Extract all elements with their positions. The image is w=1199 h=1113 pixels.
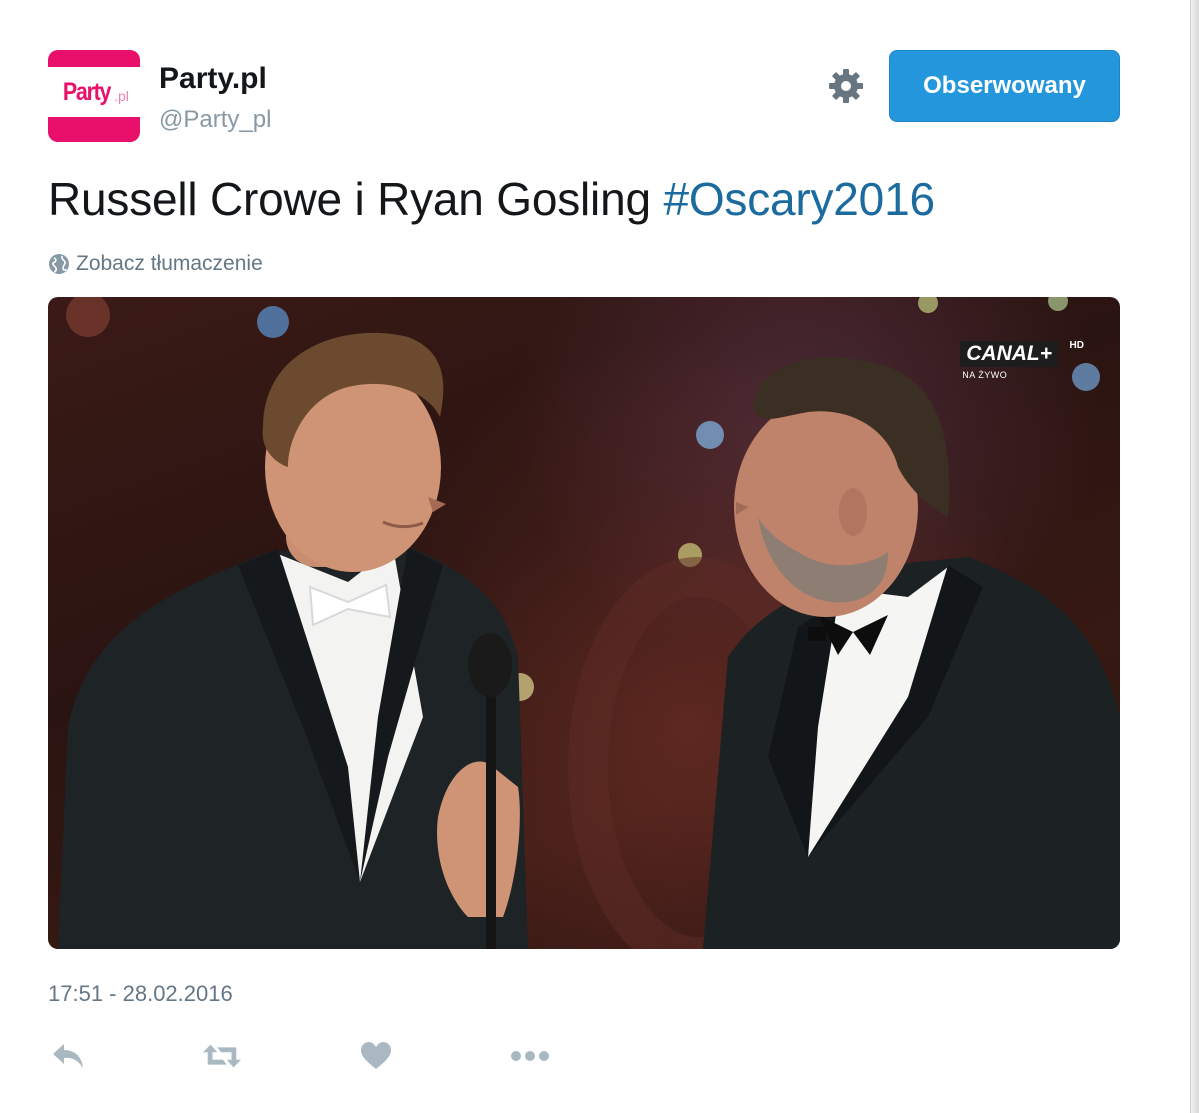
broadcaster-logo: CANAL+ HD NA ŻYWO xyxy=(960,340,1084,380)
more-icon[interactable] xyxy=(510,1036,550,1076)
user-handle[interactable]: @Party_pl xyxy=(159,106,271,134)
follow-button[interactable]: Obserwowany xyxy=(889,50,1120,122)
photo-scene xyxy=(58,297,1120,949)
translate-link[interactable]: Zobacz tłumaczenie xyxy=(48,252,263,276)
avatar[interactable]: Party .pl xyxy=(48,50,140,142)
tweet-timestamp[interactable]: 17:51 - 28.02.2016 xyxy=(48,981,233,1007)
reply-icon[interactable] xyxy=(48,1036,88,1076)
avatar-logo-main: Party xyxy=(62,77,112,106)
tweet-text: Russell Crowe i Ryan Gosling #Oscary2016 xyxy=(48,172,935,226)
translate-label: Zobacz tłumaczenie xyxy=(76,252,263,275)
broadcaster-name: CANAL+ xyxy=(960,341,1058,367)
heart-icon[interactable] xyxy=(356,1036,396,1076)
hashtag-link[interactable]: #Oscary2016 xyxy=(663,173,935,225)
window-edge xyxy=(1190,0,1199,1113)
tweet-text-body: Russell Crowe i Ryan Gosling xyxy=(48,173,664,225)
retweet-icon[interactable] xyxy=(202,1036,242,1076)
display-name[interactable]: Party.pl xyxy=(159,62,267,96)
globe-icon xyxy=(49,254,69,274)
gear-icon[interactable] xyxy=(826,66,866,106)
broadcaster-live: NA ŻYWO xyxy=(962,370,1008,380)
avatar-logo: Party .pl xyxy=(48,67,140,117)
broadcaster-hd: HD xyxy=(1069,340,1084,351)
avatar-logo-sub: .pl xyxy=(114,88,129,104)
tweet-photo[interactable]: CANAL+ HD NA ŻYWO xyxy=(48,297,1120,949)
